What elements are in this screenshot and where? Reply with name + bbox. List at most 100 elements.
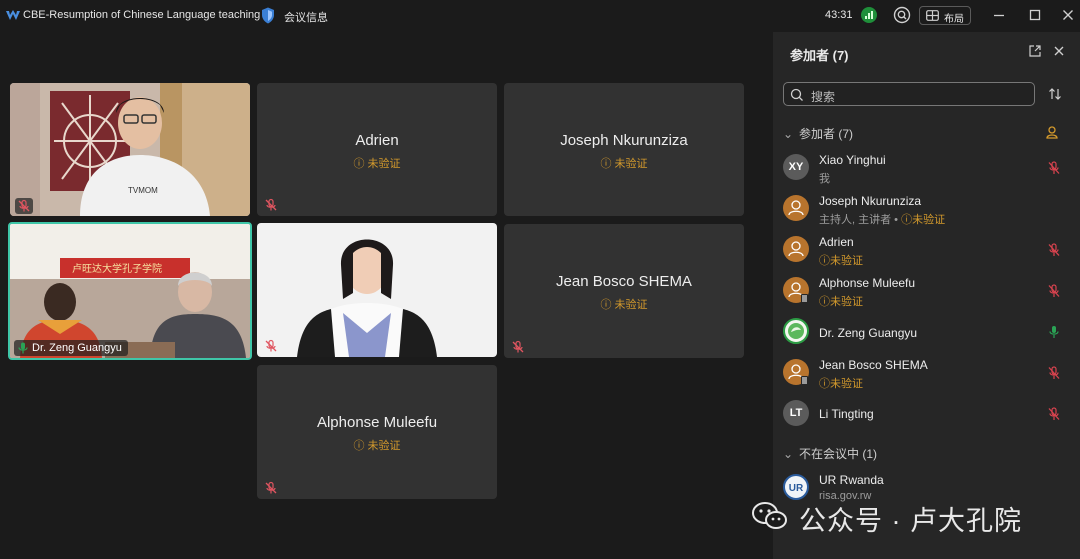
participant-row[interactable]: XY Xiao Yinghui 我 bbox=[773, 150, 1080, 190]
participant-name: Joseph Nkurunziza bbox=[819, 194, 922, 208]
tile-participant-name: Jean Bosco SHEMA bbox=[556, 273, 692, 290]
mic-muted-icon[interactable] bbox=[1048, 243, 1060, 257]
phone-badge-icon bbox=[801, 376, 808, 385]
participant-name: Alphonse Muleefu bbox=[819, 276, 916, 290]
avatar: LT bbox=[783, 400, 809, 426]
person-icon bbox=[788, 200, 804, 216]
video-tile[interactable]: TVMOM bbox=[10, 83, 250, 216]
chevron-down-icon: ⌄ bbox=[783, 447, 794, 461]
avatar bbox=[783, 236, 809, 262]
tile-verification-status: ⓘ 未验证 bbox=[600, 299, 648, 311]
avatar bbox=[783, 318, 809, 344]
participant-role: 我 bbox=[819, 173, 830, 185]
layout-button[interactable]: 布局 bbox=[919, 6, 971, 25]
mic-muted-icon[interactable] bbox=[1048, 407, 1060, 421]
profile-image bbox=[788, 323, 804, 339]
participant-video: 卢旺达大学孔子学院 bbox=[10, 224, 250, 358]
participant-name: Li Tingting bbox=[819, 407, 874, 421]
mic-muted-icon[interactable] bbox=[1048, 284, 1060, 298]
unverified-icon: ⓘ bbox=[819, 296, 830, 308]
participant-row[interactable]: LT Li Tingting bbox=[773, 396, 1080, 436]
minimize-icon[interactable] bbox=[990, 6, 1008, 24]
close-window-icon[interactable] bbox=[1059, 6, 1077, 24]
tile-name-label: Dr. Zeng Guangyu bbox=[14, 340, 128, 356]
participant-row[interactable]: Jean Bosco SHEMA ⓘ未验证 bbox=[773, 355, 1080, 395]
search-input[interactable]: 搜索 bbox=[783, 82, 1035, 106]
not-in-meeting-section-header[interactable]: ⌄ 不在会议中 (1) bbox=[783, 445, 877, 462]
watermark-text: 公众号 · 卢大孔院 bbox=[799, 506, 1022, 536]
tile-participant-name: Adrien bbox=[355, 132, 399, 149]
panel-title: 参加者 (7) bbox=[790, 48, 849, 63]
in-meeting-section-header[interactable]: ⌄ 参加者 (7) bbox=[783, 125, 853, 142]
meeting-info-link[interactable]: 会议信息 bbox=[284, 9, 328, 25]
participant-name: Adrien bbox=[819, 235, 854, 249]
mic-muted-icon bbox=[18, 199, 30, 212]
search-icon bbox=[790, 88, 803, 101]
layout-label: 布局 bbox=[944, 14, 964, 25]
unverified-icon: ⓘ bbox=[901, 214, 913, 226]
mic-muted-icon[interactable] bbox=[1048, 161, 1060, 175]
popout-icon[interactable] bbox=[1028, 44, 1042, 58]
participant-row[interactable]: Dr. Zeng Guangyu bbox=[773, 314, 1080, 354]
watermark: 公众号 · 卢大孔院 bbox=[751, 499, 1051, 536]
mic-muted-icon bbox=[265, 481, 277, 494]
tile-verification-status: ⓘ 未验证 bbox=[353, 158, 401, 170]
unverified-icon: ⓘ bbox=[353, 158, 368, 170]
app-title: CBE-Resumption of Chinese Language teach… bbox=[23, 9, 261, 21]
chevron-down-icon: ⌄ bbox=[783, 127, 794, 141]
unverified-icon: ⓘ bbox=[819, 378, 830, 390]
video-tile[interactable]: Joseph Nkurunziza ⓘ 未验证 bbox=[504, 83, 744, 216]
participant-role: ⓘ未验证 bbox=[819, 296, 863, 308]
layout-grid-icon bbox=[926, 10, 939, 21]
wechat-icon bbox=[752, 502, 787, 529]
svg-text:卢旺达大学孔子学院: 卢旺达大学孔子学院 bbox=[72, 262, 162, 275]
participant-row[interactable]: Alphonse Muleefu ⓘ未验证 bbox=[773, 273, 1080, 313]
avatar: XY bbox=[783, 154, 809, 180]
participant-role: ⓘ未验证 bbox=[819, 378, 863, 390]
tile-participant-name: Alphonse Muleefu bbox=[316, 414, 438, 431]
video-tile[interactable] bbox=[257, 223, 497, 357]
svg-text:TVMOM: TVMOM bbox=[128, 186, 158, 195]
unverified-icon: ⓘ bbox=[600, 158, 615, 170]
video-tile[interactable]: Alphonse Muleefu ⓘ 未验证 bbox=[257, 365, 497, 499]
mic-active-icon[interactable] bbox=[1048, 325, 1060, 339]
participant-name: Dr. Zeng Guangyu bbox=[819, 326, 918, 340]
maximize-icon[interactable] bbox=[1026, 6, 1044, 24]
tile-participant-name: Joseph Nkurunziza bbox=[560, 132, 688, 149]
video-tile-active-speaker[interactable]: 卢旺达大学孔子学院 Dr. Zeng Guangyu bbox=[8, 222, 252, 360]
participant-row[interactable]: Adrien ⓘ未验证 bbox=[773, 232, 1080, 272]
participant-name: UR Rwanda bbox=[819, 473, 884, 487]
host-icon[interactable] bbox=[1045, 125, 1059, 139]
shield-icon[interactable] bbox=[261, 7, 275, 24]
video-tile[interactable]: Jean Bosco SHEMA ⓘ 未验证 bbox=[504, 224, 744, 358]
participant-name: Jean Bosco SHEMA bbox=[819, 358, 928, 372]
mic-muted-icon[interactable] bbox=[1048, 366, 1060, 380]
zoom-icon[interactable] bbox=[893, 6, 911, 24]
meeting-timer: 43:31 bbox=[825, 9, 853, 21]
phone-badge-icon bbox=[801, 294, 808, 303]
unverified-icon: ⓘ bbox=[600, 299, 615, 311]
network-signal-icon[interactable] bbox=[861, 7, 877, 23]
mic-muted-icon bbox=[265, 339, 277, 352]
app-logo-icon bbox=[6, 10, 20, 20]
video-tile[interactable]: Adrien ⓘ 未验证 bbox=[257, 83, 497, 216]
participant-row[interactable]: Joseph Nkurunziza 主持人, 主讲者 • ⓘ未验证 bbox=[773, 191, 1080, 231]
participants-panel: 参加者 (7) 搜索 ⌄ 参加者 (7) XY Xiao Yinghui 我 J… bbox=[773, 32, 1080, 559]
mic-muted-icon bbox=[265, 198, 277, 211]
mic-muted-icon bbox=[512, 340, 524, 353]
unverified-icon: ⓘ bbox=[353, 440, 368, 452]
unverified-icon: ⓘ bbox=[819, 255, 830, 267]
mic-active-icon bbox=[18, 342, 28, 354]
close-icon[interactable] bbox=[1052, 44, 1066, 58]
tile-verification-status: ⓘ 未验证 bbox=[353, 440, 401, 452]
participant-video bbox=[257, 223, 497, 357]
avatar bbox=[783, 195, 809, 221]
person-icon bbox=[788, 241, 804, 257]
participant-video: TVMOM bbox=[10, 83, 250, 216]
search-placeholder: 搜索 bbox=[811, 90, 836, 104]
title-bar: CBE-Resumption of Chinese Language teach… bbox=[0, 0, 1080, 32]
participant-name: Xiao Yinghui bbox=[819, 153, 886, 167]
sort-icon[interactable] bbox=[1048, 87, 1062, 101]
participant-role: ⓘ未验证 bbox=[819, 255, 863, 267]
avatar: UR bbox=[783, 474, 809, 500]
